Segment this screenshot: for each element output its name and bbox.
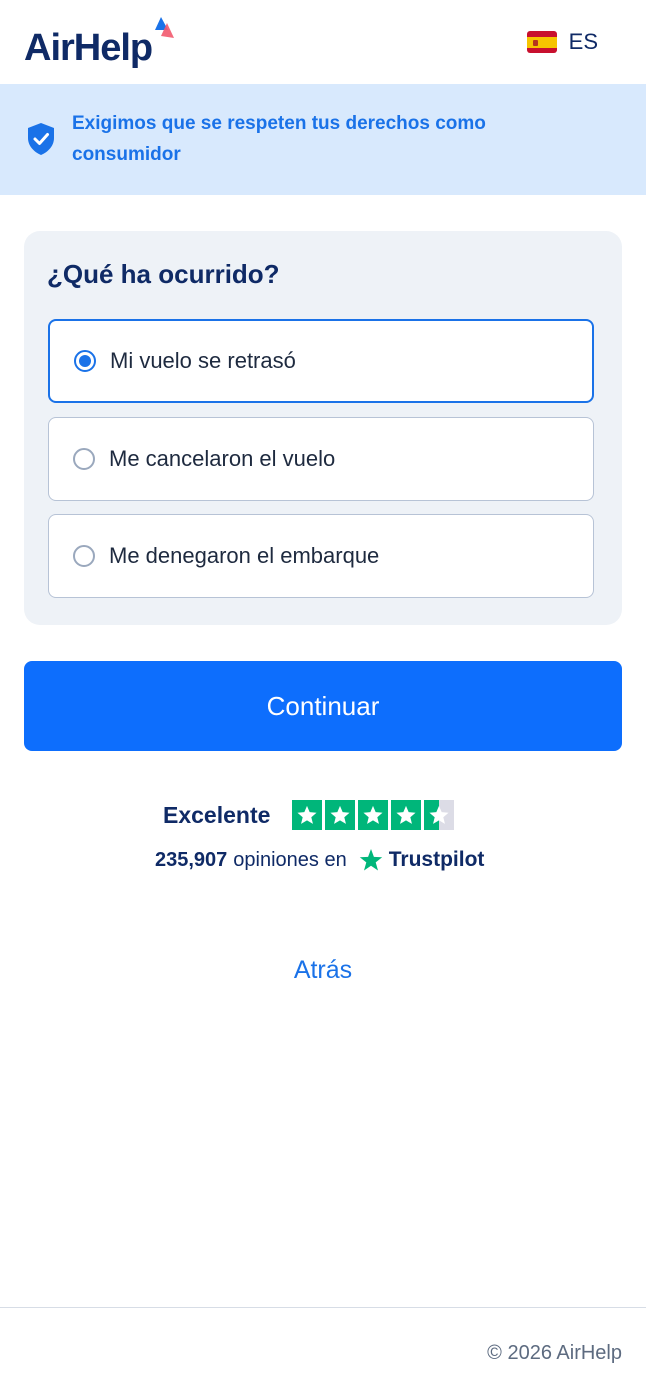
- continue-button[interactable]: Continuar: [24, 661, 622, 751]
- logo-mark-icon: [155, 17, 174, 38]
- header: AirHelp ES: [0, 0, 646, 84]
- trustpilot-name: Trustpilot: [388, 848, 485, 871]
- question-title: ¿Qué ha ocurrido?: [47, 259, 280, 289]
- option-denied-boarding[interactable]: Me denegaron el embarque: [48, 514, 594, 598]
- option-label: Me cancelaron el vuelo: [109, 446, 336, 471]
- radio-button[interactable]: [73, 545, 95, 567]
- star-icon: [292, 800, 323, 830]
- option-label: Mi vuelo se retrasó: [110, 348, 296, 373]
- footer-copyright: © 2026 AirHelp: [487, 1342, 622, 1364]
- airhelp-logo[interactable]: AirHelp: [24, 14, 184, 74]
- half-star-icon: [424, 800, 455, 830]
- star-icon: [391, 800, 422, 830]
- star-icon: [358, 800, 389, 830]
- option-label: Me denegaron el embarque: [109, 543, 380, 568]
- logo-text: AirHelp: [24, 27, 153, 69]
- footer-divider: [0, 1307, 646, 1308]
- option-flight-cancelled[interactable]: Me cancelaron el vuelo: [48, 417, 594, 501]
- reviews-count: 235,907: [155, 848, 228, 871]
- spain-flag-icon: [526, 31, 557, 53]
- star-icon: [325, 800, 356, 830]
- reviews-line: 235,907 opiniones en Trustpilot: [155, 848, 484, 872]
- shield-check-icon: [28, 123, 54, 155]
- radio-button[interactable]: [73, 448, 95, 470]
- back-link[interactable]: Atrás: [0, 956, 646, 985]
- reviews-text: opiniones en: [233, 848, 347, 871]
- option-flight-delayed[interactable]: Mi vuelo se retrasó: [48, 319, 594, 403]
- rating-label: Excelente: [163, 801, 271, 828]
- consumer-rights-banner: Exigimos que se respeten tus derechos co…: [0, 84, 646, 195]
- language-code: ES: [568, 29, 598, 54]
- banner-text: Exigimos que se respeten tus derechos co…: [72, 113, 486, 165]
- rating-stars: [292, 800, 455, 830]
- question-card: ¿Qué ha ocurrido? Mi vuelo se retrasó Me…: [24, 231, 622, 625]
- trustpilot-star-icon: [359, 849, 382, 871]
- language-selector[interactable]: ES: [526, 28, 598, 56]
- radio-button[interactable]: [74, 350, 96, 372]
